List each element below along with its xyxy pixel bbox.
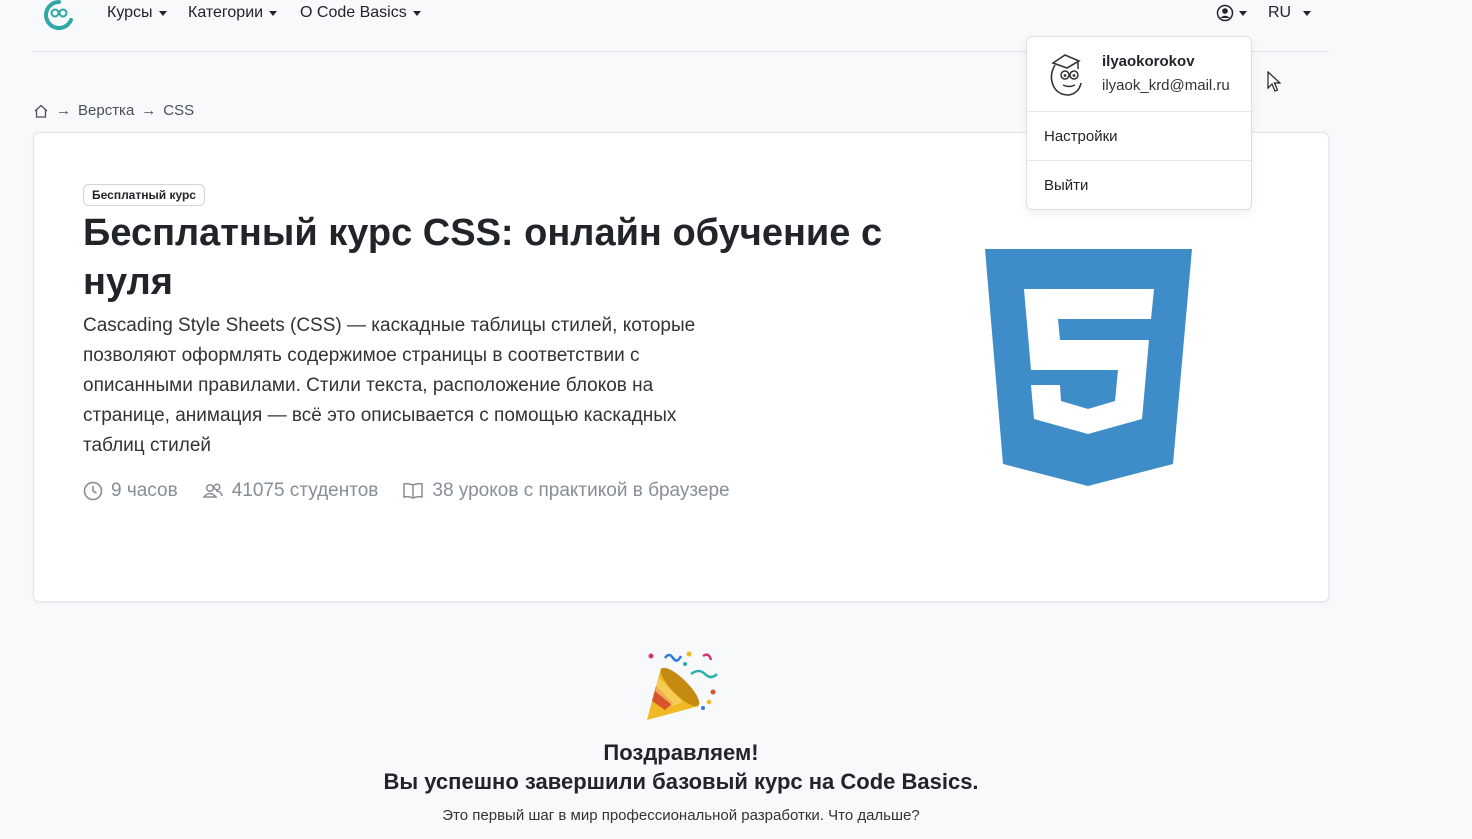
congrats-heading: Поздравляем! xyxy=(603,740,759,765)
lessons-text: 38 уроков с практикой в браузере xyxy=(432,480,730,501)
chevron-down-icon xyxy=(158,10,167,16)
congrats-subheading: Вы успешно завершили базовый курс на Cod… xyxy=(383,769,979,794)
breadcrumb: → Верстка → CSS xyxy=(33,102,194,119)
language-dropdown[interactable]: RU xyxy=(1268,4,1312,22)
username: ilyaokorokov xyxy=(1102,53,1195,70)
students-stat: 41075 студентов xyxy=(202,480,379,502)
language-label: RU xyxy=(1268,4,1292,21)
congrats-text: Это первый шаг в мир профессиональной ра… xyxy=(442,807,920,824)
code-basics-logo-icon[interactable] xyxy=(44,0,74,30)
menu-item-logout[interactable]: Выйти xyxy=(1027,161,1251,210)
avatar xyxy=(1050,54,1082,96)
user-dropdown-menu: ilyaokorokov ilyaok_krd@mail.ru Настройк… xyxy=(1026,36,1252,210)
nav-categories-dropdown[interactable]: Категории xyxy=(188,4,278,22)
nav-courses-label: Курсы xyxy=(107,4,153,21)
user-menu-toggle[interactable] xyxy=(1216,4,1247,22)
breadcrumb-item-layout[interactable]: Верстка xyxy=(78,102,134,119)
nav-about-dropdown[interactable]: О Code Basics xyxy=(300,4,421,22)
duration-text: 9 часов xyxy=(111,480,178,501)
book-icon xyxy=(403,482,424,499)
lessons-stat: 38 уроков с практикой в браузере xyxy=(402,480,730,502)
breadcrumb-separator: → xyxy=(141,102,157,119)
css3-logo-icon xyxy=(985,249,1192,486)
mouse-cursor-icon xyxy=(1267,71,1281,92)
chevron-down-icon xyxy=(1303,10,1312,16)
students-text: 41075 студентов xyxy=(231,480,379,501)
breadcrumb-separator: → xyxy=(56,102,71,119)
duration-stat: 9 часов xyxy=(83,480,178,502)
course-description: Cascading Style Sheets (CSS) — каскадные… xyxy=(83,315,696,456)
nav-categories-label: Категории xyxy=(188,4,264,21)
course-stats: 9 часов 41075 студентов 38 уроков с прак… xyxy=(83,480,730,502)
chevron-down-icon xyxy=(1239,10,1247,16)
user-info: ilyaokorokov ilyaok_krd@mail.ru xyxy=(1027,37,1251,112)
nav-about-label: О Code Basics xyxy=(300,4,407,21)
free-course-badge: Бесплатный курс xyxy=(83,184,205,206)
clock-icon xyxy=(83,481,103,501)
page-title: Бесплатный курс CSS: онлайн обучение с н… xyxy=(83,212,883,303)
breadcrumb-item-css[interactable]: CSS xyxy=(163,102,194,119)
home-icon[interactable] xyxy=(33,103,49,119)
party-popper-icon xyxy=(647,651,718,720)
user-circle-icon xyxy=(1216,4,1234,22)
chevron-down-icon xyxy=(269,10,278,16)
chevron-down-icon xyxy=(412,10,421,16)
users-icon xyxy=(202,483,223,498)
nav-courses-dropdown[interactable]: Курсы xyxy=(107,4,167,22)
menu-item-settings[interactable]: Настройки xyxy=(1027,112,1251,161)
user-email: ilyaok_krd@mail.ru xyxy=(1102,77,1230,94)
